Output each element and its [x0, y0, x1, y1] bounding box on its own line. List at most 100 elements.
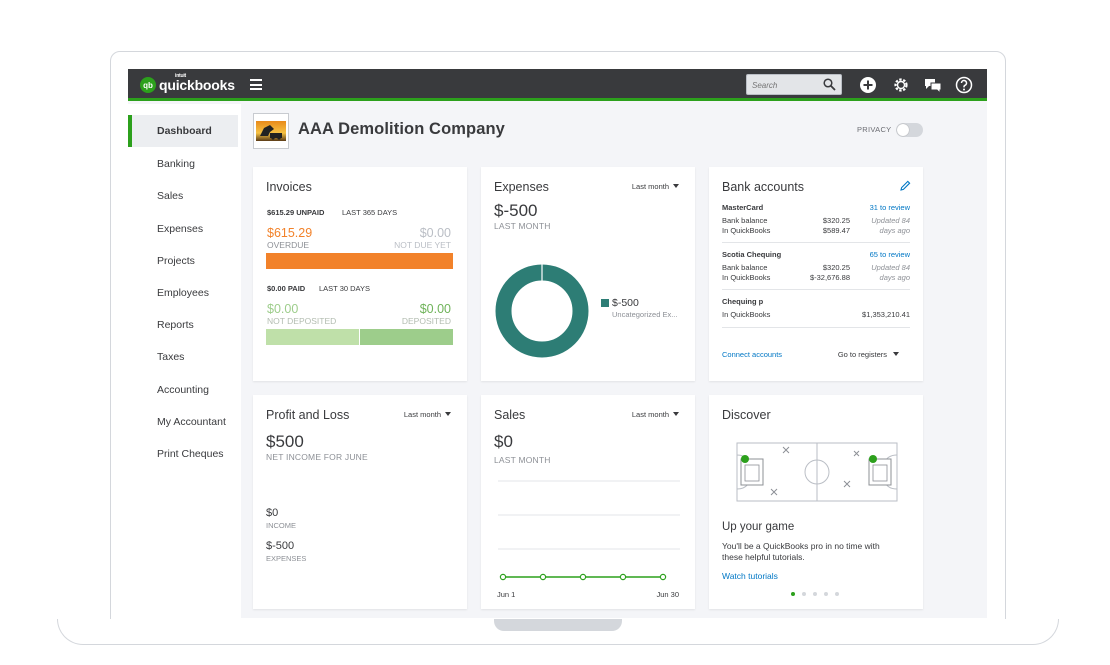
account-name[interactable]: Chequing p — [722, 297, 763, 306]
connect-accounts-link[interactable]: Connect accounts — [722, 350, 782, 359]
in-quickbooks-label: In QuickBooks — [722, 273, 771, 282]
net-income-label: NET INCOME FOR JUNE — [266, 452, 368, 462]
legend-category[interactable]: Uncategorized Ex... — [612, 310, 677, 319]
sidebar-item-projects[interactable]: Projects — [128, 245, 238, 277]
profit-loss-card: Profit and Loss Last month $500 NET INCO… — [253, 395, 467, 609]
not-deposited-bar[interactable] — [266, 329, 359, 345]
quickbooks-logo[interactable]: qb intuit quickbooks — [140, 73, 235, 94]
privacy-label: PRIVACY — [857, 125, 892, 134]
top-bar: qb intuit quickbooks — [128, 69, 987, 101]
expenses-period-dropdown[interactable]: Last month — [632, 182, 679, 191]
x-axis-end-label: Jun 30 — [656, 590, 679, 599]
carousel-dot[interactable] — [802, 592, 806, 596]
hamburger-menu-icon[interactable] — [250, 79, 262, 90]
chat-icon[interactable] — [924, 76, 942, 94]
divider — [722, 242, 910, 243]
card-title: Invoices — [266, 180, 312, 194]
sales-data-point[interactable] — [539, 573, 547, 581]
expenses-amount[interactable]: $-500 — [266, 540, 294, 552]
discover-card: Discover Up your game You'll be a QuickB… — [709, 395, 923, 609]
deposited-amount[interactable]: $0.00 — [420, 302, 451, 316]
updated-label: Updated 84 — [871, 216, 910, 225]
deposited-bar[interactable] — [360, 329, 453, 345]
sidebar-item-taxes[interactable]: Taxes — [128, 341, 238, 373]
account-name[interactable]: Scotia Chequing — [722, 250, 781, 259]
company-logo[interactable] — [253, 113, 289, 149]
sales-data-point[interactable] — [659, 573, 667, 581]
overdue-bar[interactable] — [266, 253, 453, 269]
sales-data-point[interactable] — [579, 573, 587, 581]
x-axis-start-label: Jun 1 — [497, 590, 516, 599]
intuit-label: intuit — [175, 73, 187, 79]
expenses-donut-chart[interactable] — [495, 264, 589, 358]
in-quickbooks-label: In QuickBooks — [722, 310, 771, 319]
sales-period-dropdown[interactable]: Last month — [632, 410, 679, 419]
bank-accounts-card: Bank accounts MasterCard 31 to review Ba… — [709, 167, 923, 381]
period-label: Last month — [631, 182, 669, 191]
sidebar-item-my-accountant[interactable]: My Accountant — [128, 406, 238, 438]
search-input[interactable] — [747, 76, 819, 95]
card-title: Bank accounts — [722, 180, 804, 194]
go-to-registers-dropdown[interactable]: Go to registers — [838, 350, 899, 359]
plus-icon[interactable] — [859, 76, 877, 94]
caret-down-icon — [893, 352, 899, 356]
company-name: AAA Demolition Company — [298, 120, 505, 138]
card-title: Discover — [722, 408, 771, 422]
profit-loss-period-dropdown[interactable]: Last month — [404, 410, 451, 419]
search-icon[interactable] — [823, 78, 836, 91]
brand-name-text: quickbooks — [159, 77, 235, 93]
period-label: Last month — [631, 410, 669, 419]
sidebar-item-employees[interactable]: Employees — [128, 277, 238, 309]
paid-period: LAST 30 DAYS — [319, 284, 370, 293]
unpaid-period: LAST 365 DAYS — [342, 208, 398, 217]
review-link[interactable]: 65 to review — [870, 250, 910, 259]
in-quickbooks-value: $589.47 — [822, 226, 850, 235]
carousel-dot[interactable] — [835, 592, 839, 596]
card-title: Expenses — [494, 180, 549, 194]
sales-data-point[interactable] — [499, 573, 507, 581]
in-quickbooks-value: $-32,676.88 — [809, 273, 850, 282]
sales-line-chart[interactable] — [495, 475, 685, 587]
carousel-dot[interactable] — [813, 592, 817, 596]
sales-data-point[interactable] — [619, 573, 627, 581]
sidebar-item-accounting[interactable]: Accounting — [128, 374, 238, 406]
sidebar-item-print-cheques[interactable]: Print Cheques — [128, 438, 238, 470]
gear-icon[interactable] — [892, 76, 910, 94]
sidebar-item-expenses[interactable]: Expenses — [128, 213, 238, 245]
expenses-card: Expenses Last month $-500 LAST MONTH $-5… — [481, 167, 695, 381]
go-to-registers-label: Go to registers — [837, 350, 887, 359]
brand-name: intuit quickbooks — [159, 73, 235, 93]
not-due-amount[interactable]: $0.00 — [420, 226, 451, 240]
carousel-dot[interactable] — [791, 592, 795, 596]
sidebar-nav: Dashboard Banking Sales Expenses Project… — [128, 104, 241, 618]
donut-slice-uncategorized[interactable] — [495, 264, 589, 358]
legend-swatch — [601, 299, 609, 307]
account-name[interactable]: MasterCard — [722, 203, 763, 212]
sidebar-item-sales[interactable]: Sales — [128, 180, 238, 212]
updated-label: Updated 84 — [871, 263, 910, 272]
income-amount[interactable]: $0 — [266, 507, 278, 519]
divider — [722, 327, 910, 328]
not-deposited-label: NOT DEPOSITED — [267, 316, 337, 326]
legend-amount: $-500 — [612, 297, 639, 309]
not-deposited-amount[interactable]: $0.00 — [267, 302, 298, 316]
sales-card: Sales Last month $0 LAST MONTH Jun 1 Jun… — [481, 395, 695, 609]
privacy-toggle[interactable] — [896, 123, 923, 137]
income-label: INCOME — [266, 521, 296, 530]
discover-heading: Up your game — [722, 521, 795, 533]
review-link[interactable]: 31 to review — [870, 203, 910, 212]
expenses-amount: $-500 — [494, 201, 538, 220]
sales-amount-label: LAST MONTH — [494, 455, 551, 465]
discover-body-line1: You'll be a QuickBooks pro in no time wi… — [722, 541, 880, 551]
sidebar-item-banking[interactable]: Banking — [128, 148, 238, 180]
unpaid-amount: $615.29 UNPAID — [267, 208, 325, 217]
net-income-amount: $500 — [266, 432, 304, 451]
help-icon[interactable] — [955, 76, 973, 94]
overdue-amount[interactable]: $615.29 — [267, 226, 312, 240]
carousel-dot[interactable] — [824, 592, 828, 596]
pencil-icon[interactable] — [900, 180, 911, 191]
sidebar-item-reports[interactable]: Reports — [128, 309, 238, 341]
paid-amount: $0.00 PAID — [267, 284, 306, 293]
sidebar-item-dashboard[interactable]: Dashboard — [128, 115, 238, 147]
watch-tutorials-link[interactable]: Watch tutorials — [722, 571, 778, 581]
